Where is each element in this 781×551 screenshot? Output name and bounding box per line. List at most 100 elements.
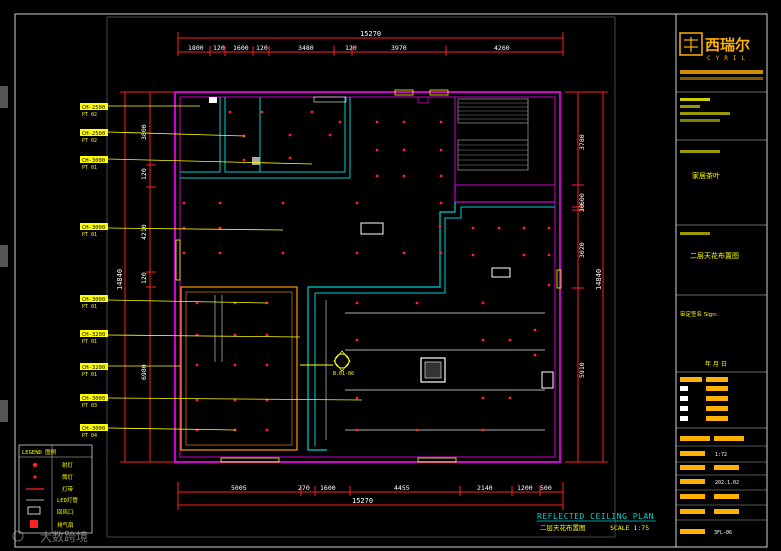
dim-right-seg: 600 xyxy=(578,193,586,205)
plan-scale: SCALE 1:75 xyxy=(610,524,649,532)
dim-left-seg: 3800 xyxy=(140,124,148,140)
legend-item: 灯带 xyxy=(62,485,74,493)
tag-ch: CH-3000 xyxy=(82,158,105,164)
downlight-dot xyxy=(402,120,406,124)
dim-bottom-seg: 5005 xyxy=(231,484,247,492)
dim-left-seg: 4210 xyxy=(140,224,148,240)
tag-pt: PT 03 xyxy=(82,403,97,409)
dim-left-seg: 120 xyxy=(140,272,148,284)
project-name: 家居茶叶 xyxy=(692,171,720,180)
downlight-icon xyxy=(33,475,37,479)
ceiling-tag: CH-2500 PT 02 xyxy=(80,103,200,118)
downlight-dot xyxy=(415,301,419,305)
legend-item: 筒灯 xyxy=(62,473,74,481)
downlight-dot xyxy=(547,253,551,257)
sheet-border xyxy=(14,13,768,548)
downlight-dot xyxy=(533,353,537,357)
dim-right-total: 14840 xyxy=(595,269,603,290)
dim-bottom-seg: 1600 xyxy=(320,484,336,492)
downlight-dot xyxy=(288,133,292,137)
ceiling-tag: CH-3000 PT 01 xyxy=(80,295,268,310)
watermark-text: 大数跨境 xyxy=(40,529,88,544)
plan-title-en: REFLECTED CEILING PLAN xyxy=(537,512,654,521)
downlight-dot xyxy=(310,110,314,114)
downlight-dot xyxy=(355,428,359,432)
dim-top-seg: 3480 xyxy=(298,44,314,52)
left-edge-marker xyxy=(0,245,8,267)
downlight-dot xyxy=(522,253,526,257)
downlight-dot xyxy=(355,338,359,342)
logo-text-en: CYRIL xyxy=(707,55,750,62)
tag-ch: CH-3200 xyxy=(82,332,105,338)
downlight-dot xyxy=(439,201,443,205)
dim-right-seg: 3020 xyxy=(578,242,586,258)
downlight-dot xyxy=(481,428,485,432)
legend-title: LEGEND 图例 xyxy=(22,448,57,456)
downlight-dot xyxy=(281,251,285,255)
tag-pt: PT 01 xyxy=(82,304,97,310)
downlight-dot xyxy=(242,158,246,162)
dim-left-seg: 120 xyxy=(140,168,148,180)
downlights xyxy=(182,110,551,432)
downlight-dot xyxy=(533,328,537,332)
downlight-dot xyxy=(508,338,512,342)
downlight-dot xyxy=(182,201,186,205)
dim-left-total: 14840 xyxy=(116,269,124,290)
downlight-dot xyxy=(288,156,292,160)
ceiling-tag: CH-3000 PT 03 xyxy=(80,394,363,409)
section-marker-label: B.01-06 xyxy=(333,371,354,377)
dim-bottom-total: 15270 xyxy=(352,497,373,505)
ceiling-tag: CH-3200 PT 01 xyxy=(80,330,301,345)
downlight-dot xyxy=(439,174,443,178)
dim-top-seg: 120 xyxy=(213,44,225,52)
approval-rows xyxy=(680,377,728,421)
downlight-dot xyxy=(182,251,186,255)
dim-bottom-seg: 270 xyxy=(298,484,310,492)
title-block-scale: 1:72 xyxy=(715,452,727,458)
downlight-dot xyxy=(375,120,379,124)
dim-right-seg: 30 xyxy=(578,204,586,212)
ceiling-tag: CH-3000 PT 01 xyxy=(80,156,313,171)
legend-item: 射灯 xyxy=(62,461,74,469)
top-dimensions: 15270 1800 120 1600 120 3480 120 3970 42… xyxy=(177,30,564,56)
downlight-dot xyxy=(355,301,359,305)
tag-ch: CH-2500 xyxy=(82,131,105,137)
title-block: 西瑞尔 CYRIL 家居茶叶 二层天花布置图 审定签名 Sign: 年 月 日 xyxy=(675,13,768,548)
downlight-dot xyxy=(228,110,232,114)
logo-text-cn: 西瑞尔 xyxy=(705,36,750,54)
downlight-dot xyxy=(402,174,406,178)
legend: LEGEND 图例 射灯 筒灯 灯带 LED灯管 回风口 排气扇 xyxy=(18,444,93,534)
downlight-dot xyxy=(265,333,269,337)
tag-pt: PT 01 xyxy=(82,165,97,171)
legend-item: 排气扇 xyxy=(57,521,74,529)
downlight-dot xyxy=(328,133,332,137)
dim-top-seg: 120 xyxy=(256,44,268,52)
downlight-dot xyxy=(375,148,379,152)
downlight-dot xyxy=(547,226,551,230)
downlight-dot xyxy=(402,251,406,255)
downlight-dot xyxy=(471,253,475,257)
downlight-dot xyxy=(481,301,485,305)
dim-top-seg: 120 xyxy=(345,44,357,52)
staircase xyxy=(457,98,529,171)
downlight-dot xyxy=(265,428,269,432)
downlight-dot xyxy=(338,120,342,124)
dim-top-seg: 4260 xyxy=(494,44,510,52)
tag-pt: PT 04 xyxy=(82,433,97,439)
downlight-dot xyxy=(481,396,485,400)
date-hint: 年 月 日 xyxy=(705,360,727,368)
dim-bottom-seg: 1200 xyxy=(517,484,533,492)
downlight-dot xyxy=(439,251,443,255)
plan-title-cn: 二层天花布置图 xyxy=(540,523,586,532)
floor-plan: B.01-06 xyxy=(174,89,562,463)
downlight-dot xyxy=(547,283,551,287)
dim-bottom-seg: 500 xyxy=(540,484,552,492)
left-edge-marker xyxy=(0,86,8,108)
legend-item: LED灯管 xyxy=(57,496,78,504)
downlight-dot xyxy=(218,251,222,255)
tag-ch: CH-3200 xyxy=(82,365,105,371)
dim-top-seg: 1600 xyxy=(233,44,249,52)
sign-label: 审定签名 Sign: xyxy=(680,310,718,318)
left-dimensions: 14840 3800 120 4210 120 6980 xyxy=(116,91,176,463)
downlight-dot xyxy=(415,428,419,432)
